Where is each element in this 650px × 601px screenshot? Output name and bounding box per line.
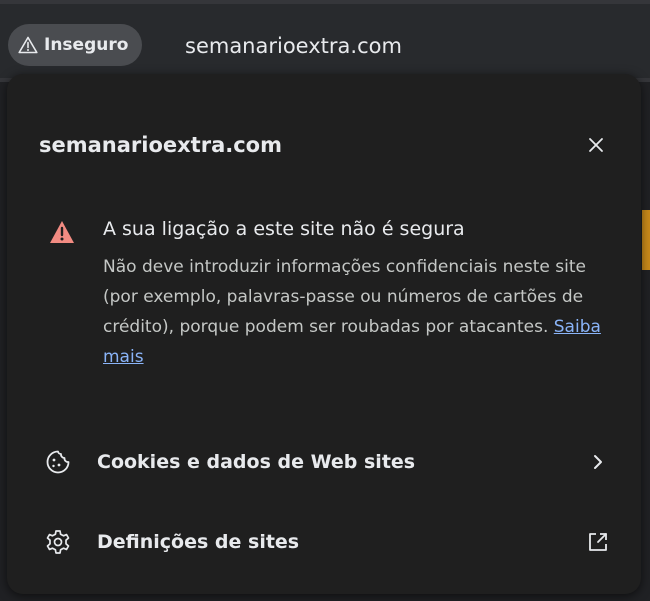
warning-body-text: Não deve introduzir informações confiden… [103, 257, 586, 337]
chevron-right-icon [594, 455, 602, 469]
close-icon [589, 138, 603, 152]
site-settings-row-label: Definições de sites [97, 531, 300, 553]
gear-icon [46, 530, 70, 554]
chevron-right-container [585, 449, 611, 475]
omnibox[interactable]: Inseguro semanarioextra.com [0, 4, 650, 78]
cookie-icon [46, 450, 70, 474]
warning-title: A sua ligação a este site não é segura [103, 218, 465, 240]
cookies-row-label: Cookies e dados de Web sites [97, 451, 416, 473]
warning-triangle-icon [50, 221, 74, 243]
security-chip[interactable]: Inseguro [8, 24, 143, 66]
security-chip-label: Inseguro [44, 35, 129, 55]
external-link-icon [589, 533, 607, 551]
external-link-container [585, 529, 611, 555]
page-background-accent [642, 210, 650, 270]
warning-triangle-icon [18, 36, 38, 54]
site-info-popup: semanarioextra.com A sua ligação a este … [7, 74, 641, 594]
toolbar: Inseguro semanarioextra.com [0, 0, 650, 82]
url-text[interactable]: semanarioextra.com [185, 34, 402, 58]
browser-window: Inseguro semanarioextra.com semanarioext… [0, 0, 650, 601]
site-settings-row[interactable]: Definições de sites [7, 514, 641, 570]
popup-title: semanarioextra.com [39, 133, 282, 157]
warning-body: Não deve introduzir informações confiden… [103, 252, 613, 372]
close-button[interactable] [581, 130, 611, 160]
cookies-site-data-row[interactable]: Cookies e dados de Web sites [7, 434, 641, 490]
